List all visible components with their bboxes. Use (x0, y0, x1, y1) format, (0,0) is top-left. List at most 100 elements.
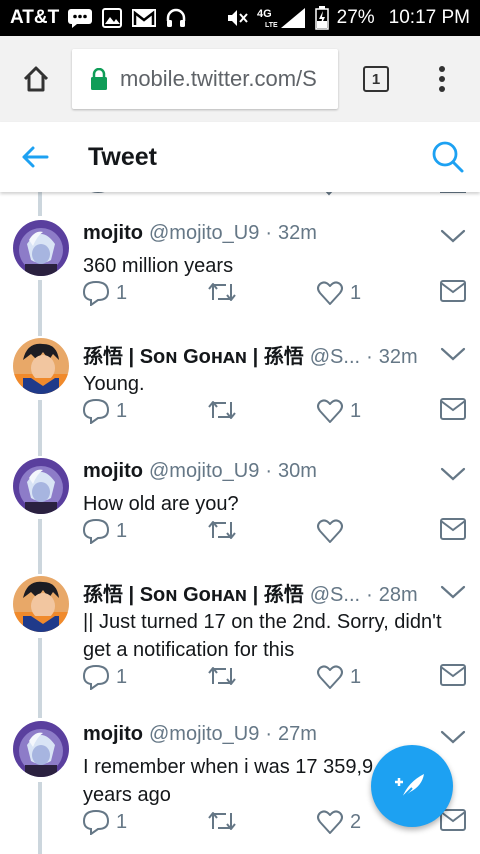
tweet-text: || Just turned 17 on the 2nd. Sorry, did… (83, 608, 468, 664)
tweet-text-line: I remember when i was 17 359,9 (83, 756, 374, 778)
carrier-label: AT&T (10, 7, 60, 28)
like-count: 2 (350, 810, 362, 833)
tweet-text-line: years ago (83, 784, 171, 806)
tweet-timestamp[interactable]: 27m (278, 723, 317, 746)
tweet-menu-button[interactable] (440, 584, 466, 604)
reply-count: 1 (116, 810, 128, 833)
time-separator: · (366, 346, 373, 368)
chevron-down-icon (440, 585, 466, 599)
user-name[interactable]: mojito (83, 460, 143, 483)
reply-icon (82, 398, 110, 424)
mute-icon (225, 7, 249, 29)
battery-percent: 27% (336, 7, 375, 28)
direct-message-button[interactable] (440, 398, 466, 420)
retweet-icon (208, 283, 236, 301)
user-name[interactable]: mojito (83, 723, 143, 746)
direct-message-button[interactable] (440, 664, 466, 686)
reply-icon (82, 280, 110, 306)
avatar[interactable] (13, 338, 69, 394)
tweet-menu-button[interactable] (440, 228, 466, 248)
like-button[interactable]: 1 (316, 664, 361, 690)
like-button[interactable] (316, 518, 350, 544)
direct-message-button[interactable] (440, 280, 466, 302)
address-bar[interactable]: mobile.twitter.com/S (72, 49, 338, 109)
tweet-timestamp[interactable]: 30m (278, 460, 317, 483)
battery-icon (314, 6, 329, 30)
system-icons: 4G LTE 27% 10:17 PM (225, 6, 470, 30)
time-separator: · (265, 460, 273, 482)
direct-message-button[interactable] (440, 809, 466, 831)
tweet-timestamp[interactable]: 28m (379, 584, 418, 607)
retweet-button[interactable] (206, 809, 238, 833)
reply-button[interactable]: 1 (82, 809, 127, 835)
user-name[interactable]: 孫悟 | Sᴏɴ Gᴏʜᴀɴ | 孫悟 (83, 578, 304, 607)
user-handle[interactable]: @mojito_U9 (149, 222, 259, 245)
user-name[interactable]: mojito (83, 222, 143, 245)
reply-button[interactable]: 1 (82, 664, 127, 690)
tweet-menu-button[interactable] (440, 346, 466, 366)
back-button[interactable] (0, 122, 70, 192)
lock-icon (91, 68, 107, 90)
reply-count: 1 (116, 665, 128, 688)
back-arrow-icon (22, 146, 49, 168)
twitter-header: Tweet (0, 122, 480, 192)
chat-notification-icon (67, 7, 93, 29)
avatar[interactable] (13, 576, 69, 632)
avatar[interactable] (13, 220, 69, 276)
direct-message-button[interactable] (440, 518, 466, 540)
like-heart-icon (317, 810, 343, 834)
reply-count: 1 (116, 399, 128, 422)
tweet-text-line: 360 million years (83, 255, 234, 277)
reply-icon (82, 809, 110, 835)
image-notification-icon (101, 7, 123, 29)
clock: 10:17 PM (388, 7, 470, 28)
user-handle[interactable]: @S... (310, 584, 360, 607)
like-button[interactable]: 1 (316, 280, 361, 306)
reply-icon (82, 664, 110, 690)
browser-menu-button[interactable] (414, 65, 470, 93)
home-button[interactable] (0, 36, 72, 122)
reply-button[interactable]: 1 (82, 280, 127, 306)
like-button[interactable]: 1 (316, 398, 361, 424)
like-count: 1 (350, 665, 362, 688)
tweet-timestamp[interactable]: 32m (379, 346, 418, 369)
like-button[interactable]: 2 (316, 809, 361, 835)
chevron-down-icon (440, 347, 466, 361)
user-name[interactable]: 孫悟 | Sᴏɴ Gᴏʜᴀɴ | 孫悟 (83, 340, 304, 369)
direct-message-icon (440, 518, 466, 540)
thread-line (38, 782, 42, 854)
reply-button[interactable]: 1 (82, 518, 127, 544)
retweet-button[interactable] (206, 664, 238, 688)
avatar[interactable] (13, 721, 69, 777)
status-bar: AT&T 4G LTE 27% 10:17 PM (0, 0, 480, 36)
direct-message-icon (440, 398, 466, 420)
retweet-icon (208, 812, 236, 830)
retweet-button[interactable] (206, 280, 238, 304)
reply-button[interactable]: 1 (82, 398, 127, 424)
user-handle[interactable]: @mojito_U9 (149, 723, 259, 746)
compose-tweet-button[interactable] (371, 745, 453, 827)
reply-count: 1 (116, 519, 128, 542)
svg-text:4G: 4G (257, 8, 272, 20)
chevron-down-icon (440, 467, 466, 481)
reply-count: 1 (116, 281, 128, 304)
retweet-button[interactable] (206, 398, 238, 422)
retweet-icon (208, 401, 236, 419)
direct-message-icon (440, 664, 466, 686)
avatar[interactable] (13, 458, 69, 514)
search-icon (432, 141, 464, 173)
tweet-menu-button[interactable] (440, 466, 466, 486)
tweet-text-line: || Just turned 17 on the 2nd. Sorry, did… (83, 611, 442, 661)
user-handle[interactable]: @mojito_U9 (149, 460, 259, 483)
user-handle[interactable]: @S... (310, 346, 360, 369)
tweet-menu-button[interactable] (440, 729, 466, 749)
tweet-timestamp[interactable]: 32m (278, 222, 317, 245)
tweet-actions: 11 (82, 398, 472, 428)
reply-icon (82, 518, 110, 544)
time-separator: · (265, 723, 273, 745)
tab-switcher-button[interactable]: 1 (338, 66, 414, 92)
retweet-button[interactable] (206, 518, 238, 542)
chevron-down-icon (440, 229, 466, 243)
search-button[interactable] (416, 122, 480, 192)
like-heart-icon (317, 519, 343, 543)
